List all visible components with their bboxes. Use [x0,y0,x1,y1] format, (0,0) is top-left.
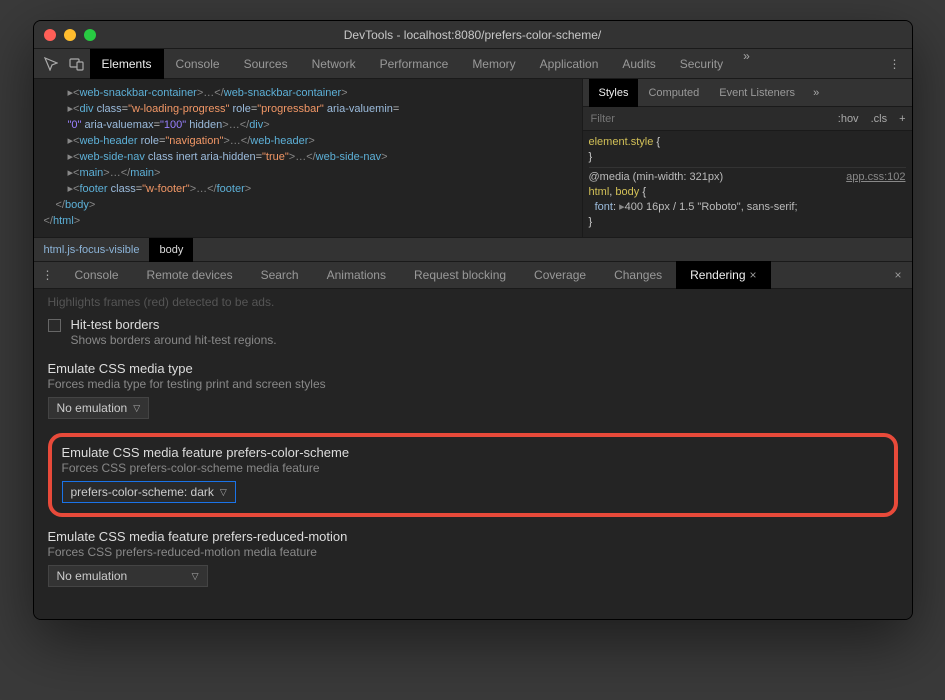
crumb-body[interactable]: body [149,238,193,262]
source-link[interactable]: app.css:102 [846,170,905,185]
drawer-tab-rendering[interactable]: Rendering× [676,261,770,289]
maximize-window-button[interactable] [84,29,96,41]
breadcrumb: html.js-focus-visible body [34,237,912,261]
color-scheme-desc: Forces CSS prefers-color-scheme media fe… [62,461,884,475]
highlight-box: Emulate CSS media feature prefers-color-… [48,433,898,517]
device-toggle-icon[interactable] [64,51,90,77]
main-tabs: Elements Console Sources Network Perform… [90,49,881,79]
style-filter-input[interactable] [583,113,832,125]
tab-application[interactable]: Application [528,49,611,79]
media-type-desc: Forces media type for testing print and … [48,377,898,391]
close-tab-icon[interactable]: × [750,261,757,289]
drawer-tab-coverage[interactable]: Coverage [520,261,600,289]
media-type-label: Emulate CSS media type [48,361,898,376]
drawer-tabs: ⋮ Console Remote devices Search Animatio… [34,261,912,289]
tab-network[interactable]: Network [300,49,368,79]
window-title: DevTools - localhost:8080/prefers-color-… [34,28,912,42]
reduced-motion-select[interactable]: No emulation▽ [48,565,208,587]
crumb-html[interactable]: html.js-focus-visible [34,238,150,262]
side-tab-computed[interactable]: Computed [638,79,709,107]
devtools-window: DevTools - localhost:8080/prefers-color-… [33,20,913,620]
tab-elements[interactable]: Elements [90,49,164,79]
more-side-tabs-icon[interactable]: » [805,87,827,99]
tab-audits[interactable]: Audits [610,49,667,79]
drawer-tab-changes[interactable]: Changes [600,261,676,289]
chevron-down-icon: ▽ [220,487,227,498]
drawer-tab-request-blocking[interactable]: Request blocking [400,261,520,289]
minimize-window-button[interactable] [64,29,76,41]
titlebar: DevTools - localhost:8080/prefers-color-… [34,21,912,49]
reduced-motion-label: Emulate CSS media feature prefers-reduce… [48,529,898,544]
cls-toggle[interactable]: .cls [865,113,894,125]
chevron-down-icon: ▽ [133,403,140,414]
side-tab-styles[interactable]: Styles [589,79,639,107]
styles-content[interactable]: element.style {} app.css:102 @media (min… [583,131,912,237]
media-type-select[interactable]: No emulation▽ [48,397,150,419]
styles-pane: Styles Computed Event Listeners » :hov .… [582,79,912,237]
filter-bar: :hov .cls + [583,107,912,131]
tab-console[interactable]: Console [164,49,232,79]
reduced-motion-desc: Forces CSS prefers-reduced-motion media … [48,545,898,559]
new-style-rule-icon[interactable]: + [893,113,911,125]
color-scheme-label: Emulate CSS media feature prefers-color-… [62,445,884,460]
settings-menu-icon[interactable]: ⋮ [881,57,908,71]
drawer-tab-console[interactable]: Console [61,261,133,289]
chevron-down-icon: ▽ [192,571,199,582]
traffic-lights [44,29,96,41]
close-window-button[interactable] [44,29,56,41]
tab-security[interactable]: Security [668,49,735,79]
tab-memory[interactable]: Memory [460,49,527,79]
hov-toggle[interactable]: :hov [832,113,865,125]
hit-test-checkbox[interactable] [48,319,61,332]
tab-performance[interactable]: Performance [368,49,461,79]
main-panel: ▸<web-snackbar-container>…</web-snackbar… [34,79,912,237]
hit-test-option: Hit-test borders Shows borders around hi… [48,317,898,347]
color-scheme-select[interactable]: prefers-color-scheme: dark▽ [62,481,236,503]
faded-text: Highlights frames (red) detected to be a… [48,295,898,309]
hit-test-label: Hit-test borders [71,317,277,332]
side-tabs: Styles Computed Event Listeners » [583,79,912,107]
media-type-option: Emulate CSS media type Forces media type… [48,361,898,419]
drawer-menu-icon[interactable]: ⋮ [34,268,61,282]
rendering-panel: Highlights frames (red) detected to be a… [34,289,912,619]
hit-test-desc: Shows borders around hit-test regions. [71,333,277,347]
close-drawer-icon[interactable]: × [884,268,911,282]
side-tab-event-listeners[interactable]: Event Listeners [709,79,805,107]
reduced-motion-option: Emulate CSS media feature prefers-reduce… [48,529,898,587]
more-tabs-icon[interactable]: » [735,49,758,79]
main-toolbar: Elements Console Sources Network Perform… [34,49,912,79]
tab-sources[interactable]: Sources [232,49,300,79]
inspect-icon[interactable] [38,51,64,77]
drawer-tab-search[interactable]: Search [247,261,313,289]
drawer-tab-remote-devices[interactable]: Remote devices [133,261,247,289]
drawer-tab-animations[interactable]: Animations [313,261,400,289]
dom-tree[interactable]: ▸<web-snackbar-container>…</web-snackbar… [34,79,582,237]
